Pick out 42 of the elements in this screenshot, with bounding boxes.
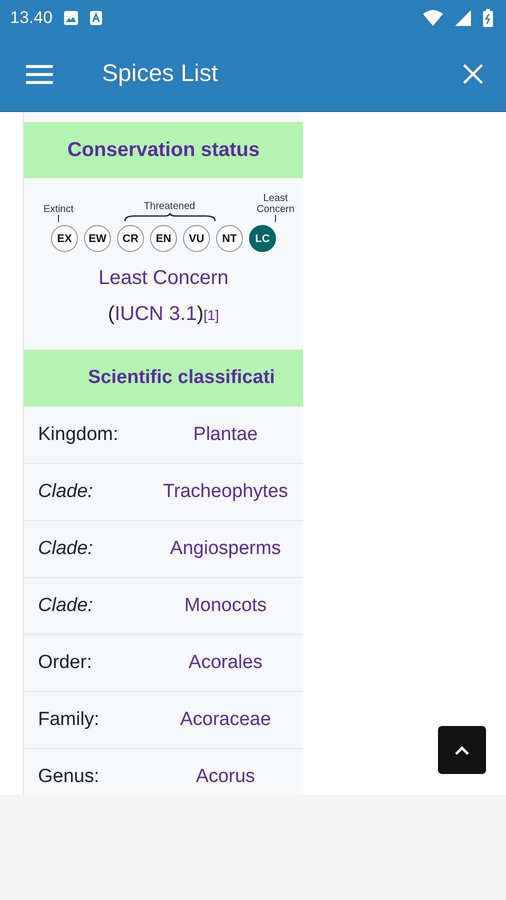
menu-icon[interactable]	[26, 62, 54, 84]
status-link[interactable]: IUCN 3.1	[114, 303, 197, 325]
taxon-link[interactable]: Monocots	[148, 595, 303, 617]
taxon-link[interactable]: Plantae	[148, 424, 303, 446]
taxon-link[interactable]: Acoraceae	[148, 709, 303, 731]
rank-label: Family:	[37, 709, 100, 731]
scale-label: Threatened	[144, 201, 196, 212]
taxon-link[interactable]: Tracheophytes	[148, 481, 303, 503]
rank-label: Kingdom:	[37, 424, 120, 446]
taxon-link[interactable]: Acorales	[148, 652, 303, 674]
wifi-icon	[422, 9, 444, 27]
status-circle: EN	[150, 225, 177, 252]
status-circle: EW	[84, 225, 111, 252]
app-notification-icon	[88, 10, 103, 26]
close-icon[interactable]	[462, 62, 484, 84]
status-circle: LC	[249, 225, 276, 252]
tick-mark	[58, 215, 60, 222]
rank-label: Genus:	[37, 766, 100, 788]
taxon-link[interactable]: Acorus	[148, 766, 303, 788]
tick-mark	[274, 215, 276, 222]
scale-label: Least Concern	[256, 193, 296, 215]
rank-label: Clade:	[37, 538, 94, 560]
clock: 13.40	[10, 8, 53, 28]
status-circle: CR	[117, 225, 144, 252]
rank-label: Order:	[37, 652, 93, 674]
rank-label: Clade:	[37, 595, 94, 617]
rank-label: Clade:	[37, 481, 94, 503]
battery-icon	[482, 8, 494, 28]
section-header: Conservation status	[24, 122, 303, 178]
signal-icon	[454, 9, 472, 27]
status-link[interactable]: Least Concern	[98, 267, 229, 289]
chevron-up-icon	[454, 745, 470, 755]
reference-link[interactable]: [1]	[204, 307, 220, 323]
section-header: Scientific classificati	[24, 349, 303, 406]
taxon-link[interactable]: Angiosperms	[148, 538, 303, 560]
image-icon	[62, 10, 79, 26]
status-circle: NT	[216, 225, 243, 252]
status-circle: VU	[183, 225, 210, 252]
app-title: Spices List	[102, 60, 218, 88]
status-circle: EX	[51, 225, 78, 252]
scale-label: Extinct	[44, 204, 74, 215]
scroll-top-button[interactable]	[438, 726, 486, 774]
